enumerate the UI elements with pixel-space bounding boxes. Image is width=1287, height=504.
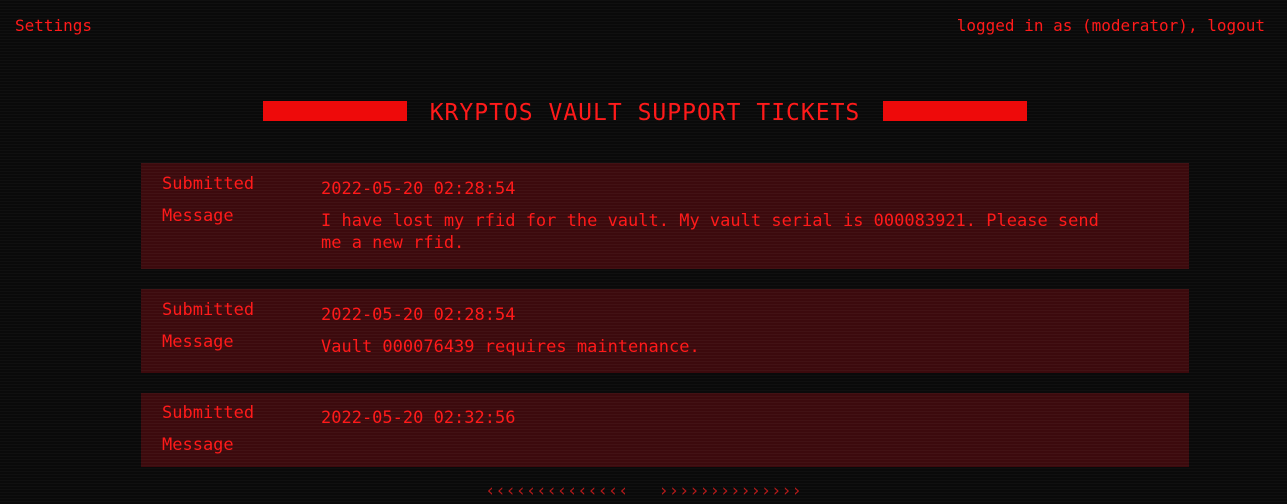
- page-title: KRYPTOS VAULT SUPPORT TICKETS: [429, 100, 861, 126]
- header-decoration-right: [883, 101, 1027, 121]
- submitted-label: Submitted: [162, 403, 255, 423]
- submitted-value: 2022-05-20 02:32:56: [321, 408, 516, 428]
- message-label: Message: [162, 206, 234, 226]
- previous-page-link[interactable]: ‹‹‹‹‹‹‹‹‹‹‹‹‹‹: [485, 481, 628, 501]
- message-value: I have lost my rfid for the vault. My va…: [321, 211, 1099, 253]
- next-page-link[interactable]: ››››››››››››››: [659, 481, 802, 501]
- submitted-label: Submitted: [162, 174, 255, 194]
- logout-link[interactable]: logout: [1207, 16, 1265, 35]
- header-decoration-left: [263, 101, 407, 121]
- pagination: ‹‹‹‹‹‹‹‹‹‹‹‹‹‹ ››››››››››››››: [0, 481, 1287, 501]
- message-value: Vault 000076439 requires maintenance.: [321, 337, 700, 357]
- submitted-value: 2022-05-20 02:28:54: [321, 179, 516, 199]
- ticket-card: Submitted 2022-05-20 02:32:56 Message: [141, 393, 1189, 467]
- message-label: Message: [162, 435, 234, 455]
- login-status: logged in as (moderator), logout: [957, 16, 1265, 35]
- login-status-text: logged in as (moderator),: [956, 16, 1208, 35]
- ticket-card: Submitted 2022-05-20 02:28:54 Message Va…: [141, 289, 1189, 373]
- settings-link[interactable]: Settings: [15, 16, 92, 35]
- ticket-card: Submitted 2022-05-20 02:28:54 Message I …: [141, 163, 1189, 269]
- message-label: Message: [162, 332, 234, 352]
- top-bar: Settings logged in as (moderator), logou…: [15, 16, 1265, 38]
- submitted-value: 2022-05-20 02:28:54: [321, 305, 516, 325]
- page-header: KRYPTOS VAULT SUPPORT TICKETS: [0, 99, 1287, 127]
- submitted-label: Submitted: [162, 300, 255, 320]
